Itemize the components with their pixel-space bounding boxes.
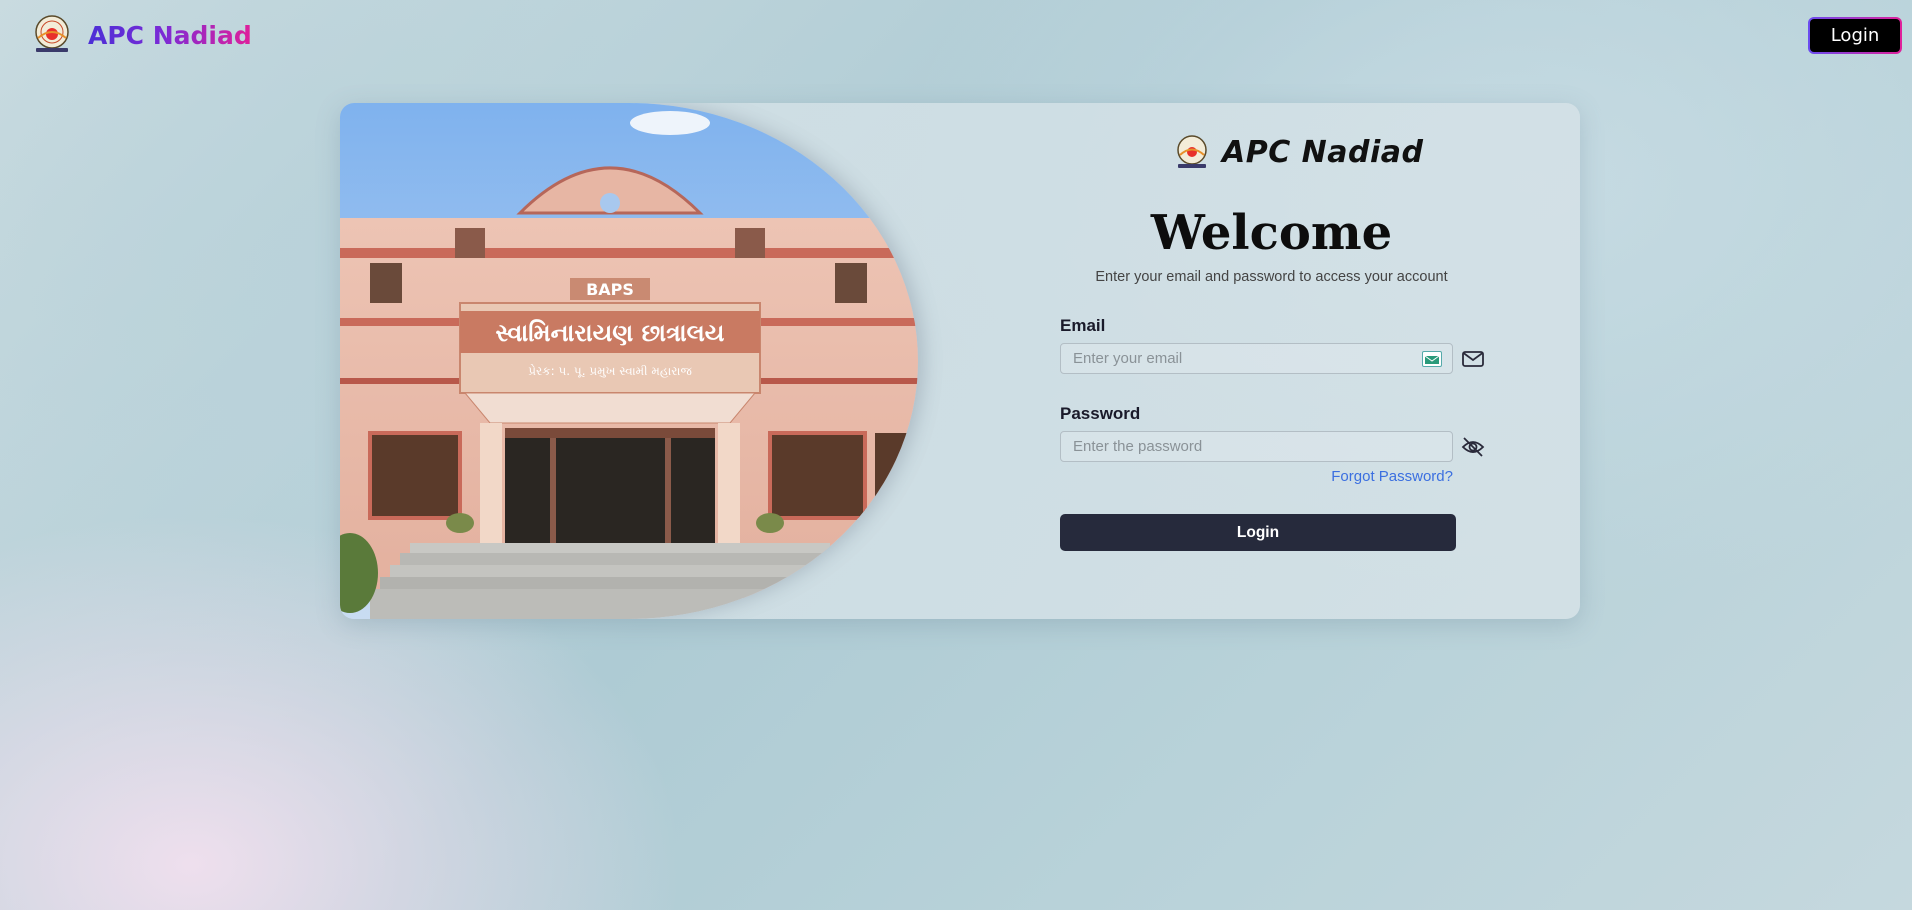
email-field[interactable] (1060, 343, 1453, 374)
form-brand-name: APC Nadiad (1222, 134, 1424, 170)
brand[interactable]: APC Nadiad (28, 14, 252, 56)
page-title: Welcome (1150, 205, 1393, 261)
hostel-building-photo: BAPS સ્વામિનારાયણ છાત્રાલય પ્રેરક: પ. પૂ… (340, 103, 918, 619)
brand-name: APC Nadiad (88, 20, 252, 50)
form-brand: APC Nadiad (1172, 133, 1424, 171)
password-label: Password (1060, 404, 1141, 423)
login-card: BAPS સ્વામિનારાયણ છાત્રાલય પ્રેરક: પ. પૂ… (340, 103, 1580, 619)
baps-emblem-icon (35, 15, 69, 52)
sign-main: સ્વામિનારાયણ છાત્રાલય (496, 319, 725, 347)
forgot-password-link[interactable]: Forgot Password? (1328, 468, 1453, 485)
eye-off-icon[interactable] (1460, 434, 1486, 460)
page-subtitle: Enter your email and password to access … (1095, 269, 1448, 285)
email-label: Email (1060, 316, 1106, 335)
header-login-button[interactable]: Login (1808, 17, 1902, 54)
sign-top: BAPS (586, 280, 634, 299)
sign-sub: પ્રેરક: પ. પૂ. પ્રમુખ સ્વામી મહારાજ (528, 364, 692, 379)
password-field[interactable] (1060, 431, 1453, 462)
baps-emblem-icon (1177, 135, 1207, 168)
login-form: APC Nadiad Welcome Enter your email and … (1060, 103, 1500, 619)
autofill-icon[interactable] (1422, 351, 1442, 367)
mail-icon[interactable] (1460, 346, 1486, 372)
login-submit-button[interactable]: Login (1060, 514, 1456, 551)
top-navbar: APC Nadiad Login (0, 0, 1912, 70)
